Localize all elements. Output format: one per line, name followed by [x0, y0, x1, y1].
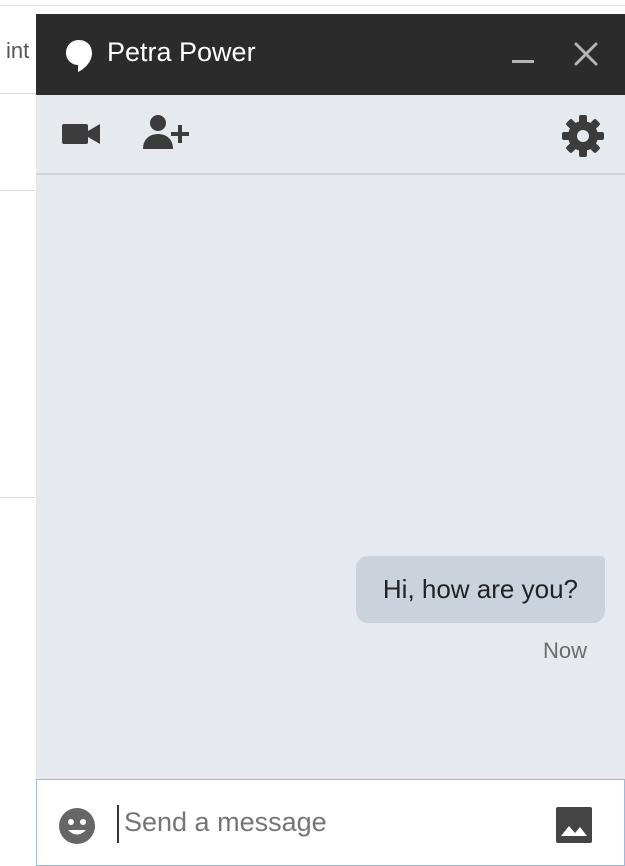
background-divider — [0, 93, 36, 94]
background-partial-text: int — [6, 38, 30, 63]
chat-titlebar[interactable]: Petra Power — [36, 14, 625, 95]
minimize-button[interactable] — [506, 36, 542, 72]
smiley-icon[interactable] — [57, 806, 97, 846]
message-bubble: Hi, how are you? — [355, 556, 605, 623]
chat-toolbar — [36, 95, 625, 175]
background-divider — [0, 5, 625, 6]
minimize-icon — [512, 60, 534, 63]
message-input[interactable] — [124, 802, 524, 842]
background-divider — [0, 497, 36, 498]
text-caret — [117, 805, 119, 843]
hangouts-icon — [66, 40, 92, 72]
contact-name: Petra Power — [107, 37, 256, 67]
image-icon[interactable] — [555, 806, 593, 844]
video-camera-icon[interactable] — [60, 118, 104, 150]
message-list: Hi, how are you? Now — [36, 175, 625, 779]
chat-window: Petra Power Hi, how are you? Now Send a … — [36, 14, 625, 866]
gear-icon[interactable] — [560, 113, 606, 159]
message-timestamp: Now — [542, 638, 587, 663]
message-composer — [36, 779, 625, 866]
add-person-icon[interactable] — [142, 113, 192, 153]
background-divider — [0, 190, 36, 191]
close-icon[interactable] — [568, 36, 604, 72]
